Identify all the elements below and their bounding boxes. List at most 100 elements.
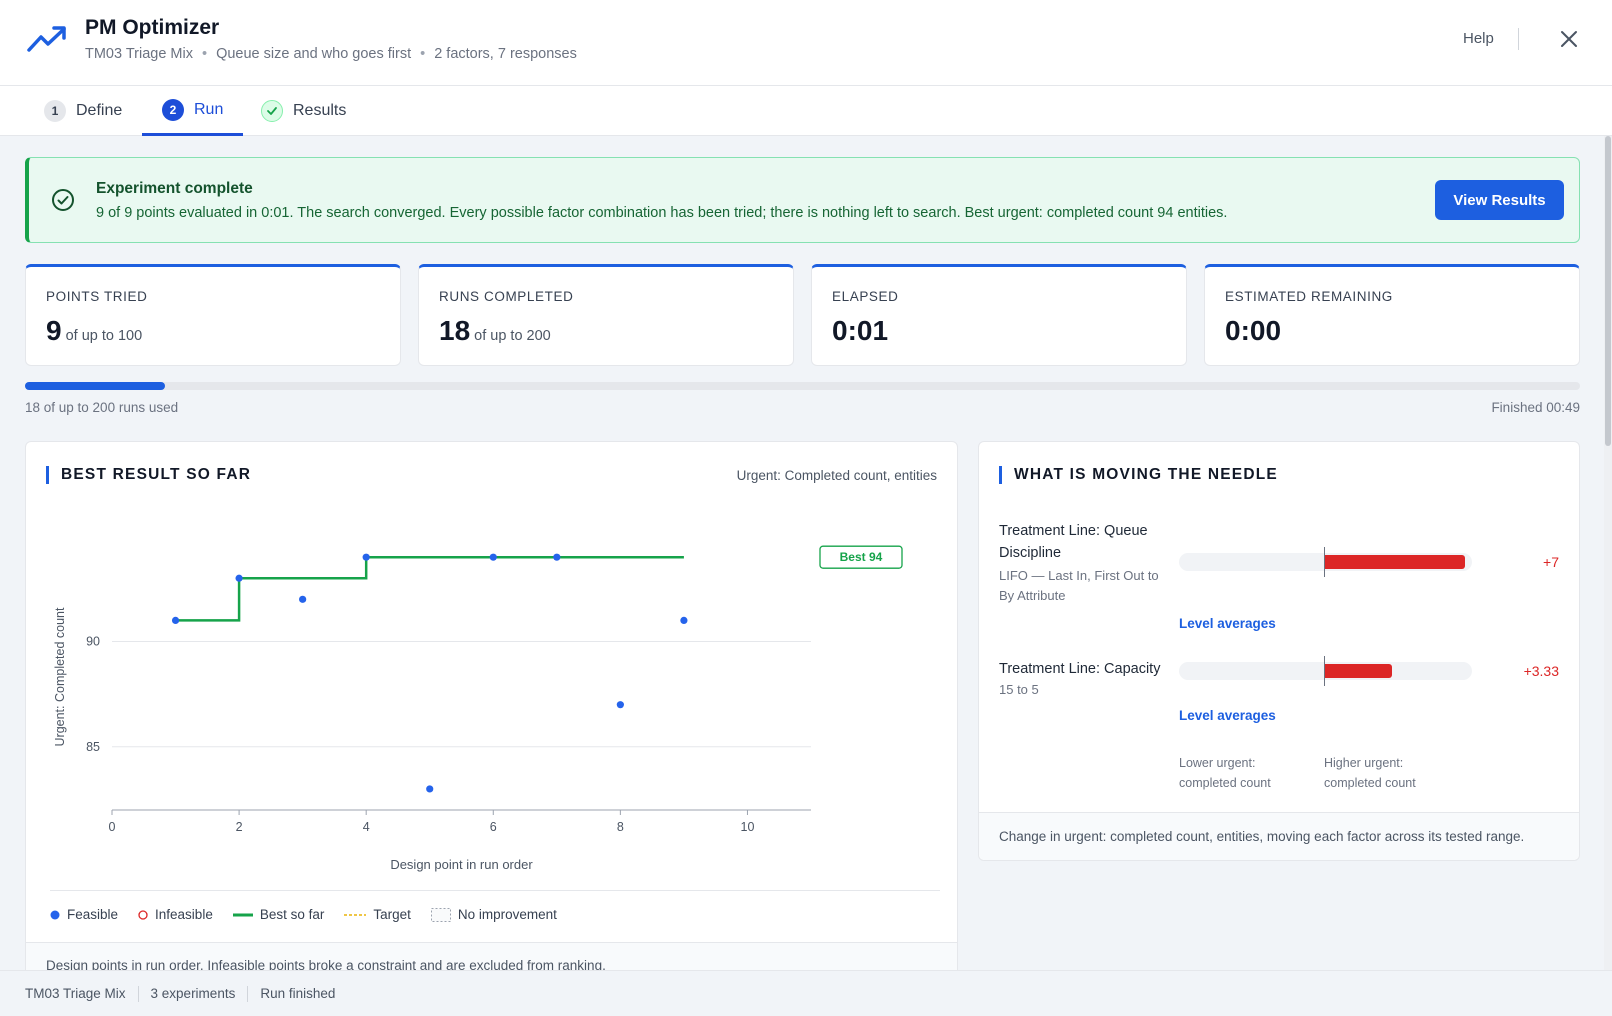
factor-range: LIFO — Last In, First Out to By Attribut… bbox=[999, 568, 1159, 603]
y-axis-label: Urgent: Completed count bbox=[53, 607, 67, 746]
close-icon[interactable] bbox=[1556, 26, 1582, 52]
x-tick-label: 0 bbox=[109, 820, 116, 834]
best-line-icon bbox=[232, 913, 253, 916]
legend-label: No improvement bbox=[457, 907, 557, 922]
step-number: 1 bbox=[44, 100, 66, 122]
effect-track bbox=[1179, 656, 1472, 686]
feasible-point bbox=[171, 616, 180, 624]
stat-value: 0:00 bbox=[1225, 315, 1282, 346]
app-title: PM Optimizer bbox=[85, 16, 220, 39]
experiment-subtitle: TM03 Triage Mix • Queue size and who goe… bbox=[85, 46, 577, 62]
infeasible-ring-icon bbox=[138, 909, 148, 920]
feasible-point bbox=[680, 616, 688, 624]
x-axis-label: Design point in run order bbox=[390, 857, 533, 872]
factor-range: 15 to 5 bbox=[999, 682, 1039, 697]
legend-label: Target bbox=[373, 907, 411, 922]
x-tick-label: 10 bbox=[741, 820, 755, 834]
x-tick-label: 2 bbox=[236, 820, 243, 834]
legend-label: Feasible bbox=[67, 907, 119, 922]
factor-queue-discipline: Treatment Line: Queue Discipline LIFO — … bbox=[999, 520, 1559, 650]
feasible-dot-icon bbox=[50, 910, 60, 919]
model-name: TM03 Triage Mix bbox=[85, 46, 193, 62]
experiment-description: Queue size and who goes first bbox=[216, 46, 412, 62]
feasible-point bbox=[235, 574, 243, 582]
tab-label: Run bbox=[194, 100, 224, 118]
level-averages-link[interactable]: Level averages bbox=[1179, 616, 1276, 631]
feasible-point bbox=[489, 553, 497, 561]
best-result-panel: 85 90 0 2 4 6 8 10 Design point in run order Urge… bbox=[25, 441, 958, 1001]
legend-target: Target bbox=[344, 907, 411, 922]
chart-metric-label: Urgent: Completed count, entities bbox=[736, 468, 937, 483]
stat-value: 0:01 bbox=[832, 315, 889, 346]
legend-label: Best so far bbox=[259, 907, 325, 922]
status-experiments: 3 experiments bbox=[150, 986, 236, 1001]
effect-value: +3.33 bbox=[1523, 663, 1559, 679]
progress-fill bbox=[25, 382, 165, 390]
level-averages-link[interactable]: Level averages bbox=[1179, 708, 1276, 723]
view-results-button[interactable]: View Results bbox=[1435, 180, 1564, 220]
step-tabs: 1 Define 2 Run Results bbox=[0, 86, 1612, 136]
status-separator bbox=[247, 985, 249, 1002]
factor-capacity: Treatment Line: Capacity 15 to 5 +3.33 L… bbox=[999, 656, 1559, 738]
trending-up-icon bbox=[27, 26, 66, 52]
status-model: TM03 Triage Mix bbox=[25, 986, 126, 1001]
tab-label: Results bbox=[293, 102, 347, 119]
factor-name: Treatment Line: Queue Discipline bbox=[999, 523, 1148, 561]
step-number: 2 bbox=[162, 98, 184, 121]
needle-footnote: Change in urgent: completed count, entit… bbox=[979, 812, 1579, 860]
tab-run[interactable]: 2 Run bbox=[142, 86, 244, 136]
legend-feasible: Feasible bbox=[50, 907, 118, 922]
effect-value: +7 bbox=[1543, 554, 1559, 570]
feasible-point bbox=[426, 785, 434, 793]
y-tick-label: 90 bbox=[86, 634, 100, 648]
banner-text: 9 of 9 points evaluated in 0:01. The sea… bbox=[96, 205, 1228, 221]
best-result-chart: 85 90 0 2 4 6 8 10 Design point in run order Urge… bbox=[53, 545, 903, 872]
x-tick-label: 6 bbox=[490, 820, 497, 834]
moving-needle-panel: WHAT IS MOVING THE NEEDLE Treatment Line… bbox=[978, 441, 1580, 861]
effect-bar bbox=[1325, 555, 1465, 569]
separator-dot: • bbox=[201, 46, 208, 62]
stat-label: ESTIMATED REMAINING bbox=[1225, 289, 1393, 304]
legend-infeasible: Infeasible bbox=[138, 907, 213, 922]
legend-best: Best so far bbox=[232, 907, 325, 922]
header-divider bbox=[1518, 28, 1519, 50]
panel-title: BEST RESULT SO FAR bbox=[46, 466, 251, 484]
stat-estimated-remaining: ESTIMATED REMAINING 0:00 bbox=[1204, 264, 1580, 366]
legend-label: Infeasible bbox=[155, 907, 213, 922]
y-tick-label: 85 bbox=[86, 740, 100, 754]
status-bar: TM03 Triage Mix 3 experiments Run finish… bbox=[0, 970, 1612, 1016]
stat-label: ELAPSED bbox=[832, 289, 899, 304]
page-scrollbar[interactable] bbox=[1604, 136, 1612, 970]
factor-name: Treatment Line: Capacity bbox=[999, 661, 1161, 677]
experiment-summary: 2 factors, 7 responses bbox=[434, 46, 577, 62]
target-line-icon bbox=[344, 913, 367, 916]
help-link[interactable]: Help bbox=[1463, 30, 1494, 47]
stat-sub: of up to 100 bbox=[65, 328, 143, 344]
axis-low-label: Lower urgent: completed count bbox=[1179, 756, 1271, 790]
stat-label: POINTS TRIED bbox=[46, 289, 148, 304]
x-tick-label: 8 bbox=[617, 820, 624, 834]
no-improvement-box-icon bbox=[430, 907, 451, 922]
axis-high-label: Higher urgent: completed count bbox=[1324, 756, 1416, 790]
stat-elapsed: ELAPSED 0:01 bbox=[811, 264, 1187, 366]
separator-dot: • bbox=[420, 46, 426, 62]
scrollbar-thumb[interactable] bbox=[1605, 136, 1611, 446]
runs-progress-bar bbox=[25, 382, 1580, 390]
x-tick-label: 4 bbox=[363, 820, 370, 834]
feasible-point bbox=[553, 553, 561, 561]
completion-banner: Experiment complete 9 of 9 points evalua… bbox=[25, 157, 1580, 243]
stat-sub: of up to 200 bbox=[474, 328, 551, 344]
status-state: Run finished bbox=[260, 986, 336, 1001]
feasible-point bbox=[616, 701, 624, 709]
tab-label: Define bbox=[76, 102, 123, 119]
stat-label: RUNS COMPLETED bbox=[439, 289, 574, 304]
footnote-text: Change in urgent: completed count, entit… bbox=[999, 829, 1525, 844]
stat-value: 9 bbox=[46, 315, 62, 346]
tab-results[interactable]: Results bbox=[261, 86, 346, 136]
app-header: PM Optimizer TM03 Triage Mix • Queue siz… bbox=[0, 0, 1612, 86]
stat-value-row: 18 of up to 200 bbox=[439, 315, 551, 347]
status-separator bbox=[137, 985, 139, 1002]
feasible-point bbox=[362, 553, 370, 561]
tab-define[interactable]: 1 Define bbox=[44, 86, 122, 136]
feasible-point bbox=[299, 595, 307, 603]
